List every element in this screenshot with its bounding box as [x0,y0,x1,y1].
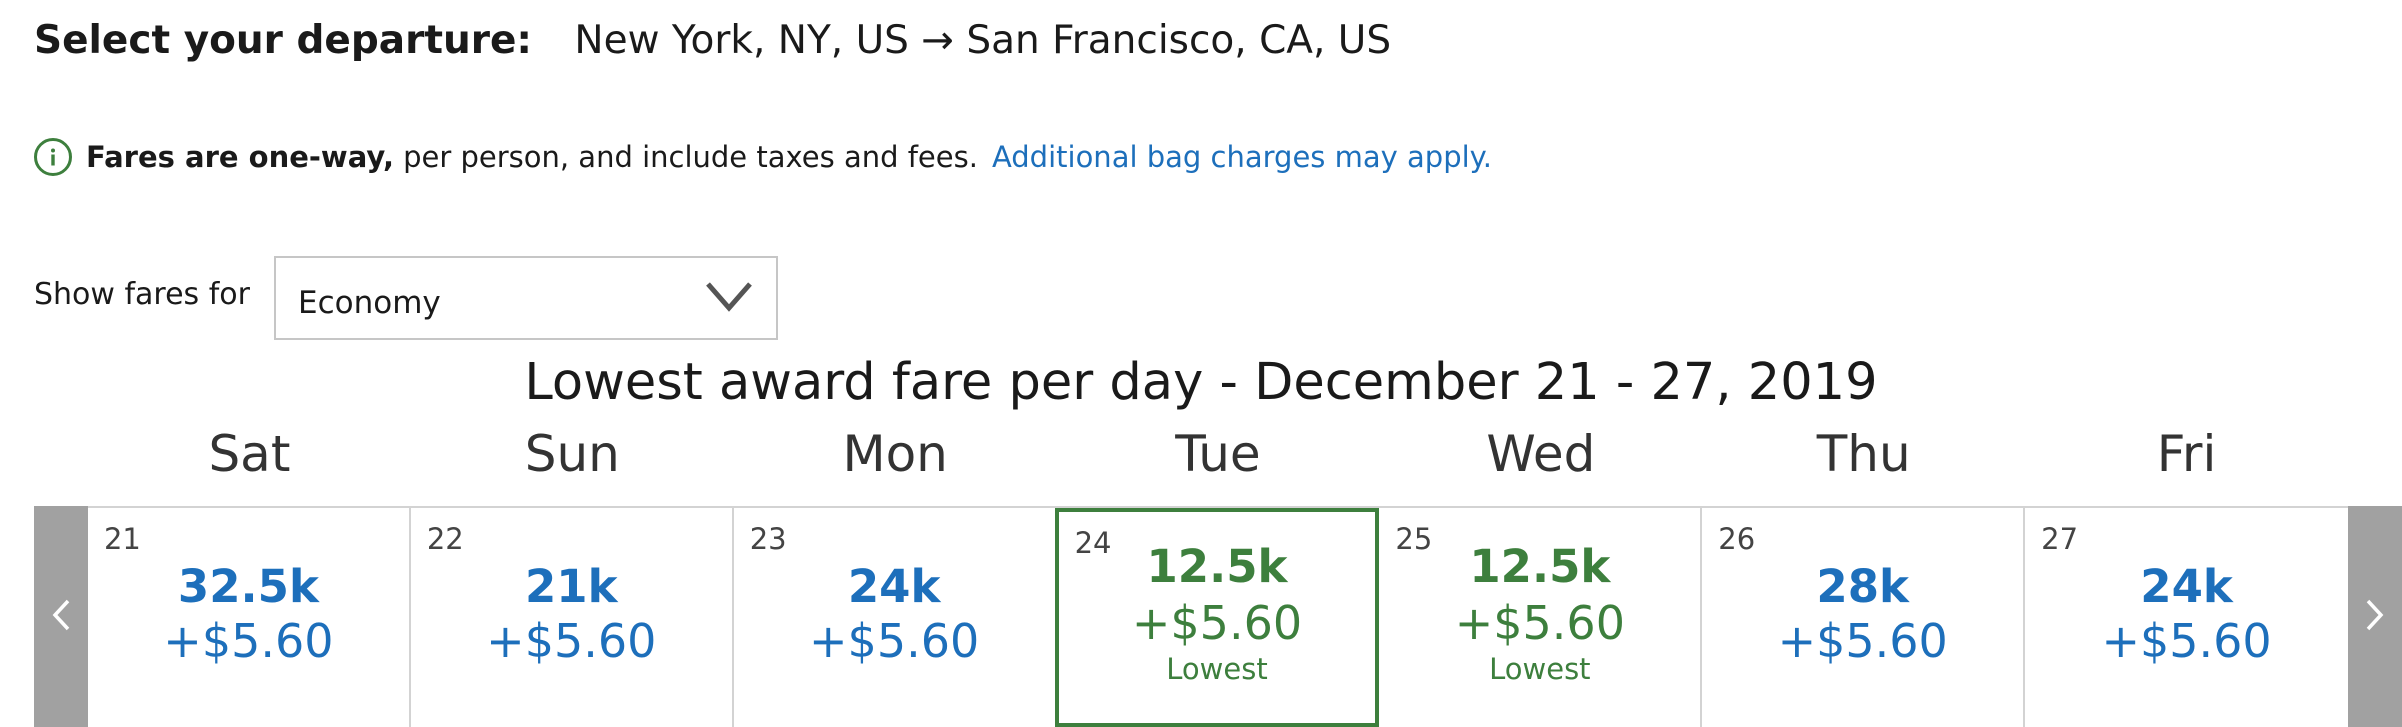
weekday-label: Thu [1816,425,1911,483]
day-number: 27 [2041,522,2079,556]
previous-week-button[interactable] [34,506,88,727]
bag-charges-link[interactable]: Additional bag charges may apply. [992,140,1492,174]
weekday-label: Sat [208,425,291,483]
fare-calendar: 21 32.5k +$5.60 22 21k +$5.60 23 24k +$5.60 24 12.… [34,506,2402,727]
chevron-left-icon [49,595,73,639]
day-number: 21 [103,522,141,556]
day-number: 23 [749,522,787,556]
taxes-fee: +$5.60 [163,614,334,668]
weekday-label: Sun [524,425,620,483]
fare-class-filter: Show fares for Economy [34,256,778,340]
weekday-label: Tue [1175,425,1261,483]
fare-class-select[interactable]: Economy [273,256,778,340]
award-miles: 32.5k [177,560,319,613]
taxes-fee: +$5.60 [1454,596,1625,650]
weekday-label: Mon [842,425,948,483]
fare-day-cell[interactable]: 24 12.5k +$5.60 Lowest [1054,508,1380,727]
departure-header: Select your departure: New York, NY, US … [34,18,1391,63]
route-text: New York, NY, US → San Francisco, CA, US [574,18,1392,63]
chevron-down-icon [704,279,754,317]
fare-day-cell[interactable]: 25 12.5k +$5.60 Lowest [1379,508,1703,727]
award-miles: 28k [1816,560,1909,613]
fare-class-value: Economy [297,285,441,321]
select-departure-label: Select your departure: [34,18,533,63]
day-number: 26 [1718,522,1756,556]
lowest-fare-badge: Lowest [1489,652,1591,686]
fare-day-cells: 21 32.5k +$5.60 22 21k +$5.60 23 24k +$5.60 24 12.… [87,506,2348,727]
fare-day-cell[interactable]: 27 24k +$5.60 [2025,508,2348,727]
chevron-right-icon [2363,595,2387,639]
weekday-label: Fri [2156,425,2217,483]
taxes-fee: +$5.60 [2101,614,2272,668]
day-number: 22 [426,522,464,556]
award-miles: 24k [847,560,941,613]
weekday-label: Wed [1486,425,1596,483]
fare-day-cell[interactable]: 22 21k +$5.60 [411,508,734,727]
fare-day-cell[interactable]: 26 28k +$5.60 [1702,508,2026,727]
award-miles: 12.5k [1469,540,1611,593]
lowest-fare-badge: Lowest [1166,652,1268,686]
info-icon [34,138,72,176]
fare-notice: Fares are one-way, per person, and inclu… [34,138,1492,176]
taxes-fee: +$5.60 [486,614,657,668]
taxes-fee: +$5.60 [809,614,980,668]
calendar-title: Lowest award fare per day - December 21 … [524,353,1878,412]
award-miles: 12.5k [1146,540,1288,593]
taxes-fee: +$5.60 [1131,596,1303,650]
fare-day-cell[interactable]: 21 32.5k +$5.60 [88,508,411,727]
notice-text: per person, and include taxes and fees. [403,140,978,174]
notice-bold-text: Fares are one-way, [86,140,395,174]
award-miles: 21k [524,560,618,613]
weekday-header: Sat Sun Mon Tue Wed Thu Fri [88,425,2348,483]
taxes-fee: +$5.60 [1777,614,1948,668]
fare-day-cell[interactable]: 23 24k +$5.60 [734,508,1057,727]
next-week-button[interactable] [2348,506,2402,727]
award-miles: 24k [2140,560,2233,613]
show-fares-label: Show fares for [34,276,250,312]
